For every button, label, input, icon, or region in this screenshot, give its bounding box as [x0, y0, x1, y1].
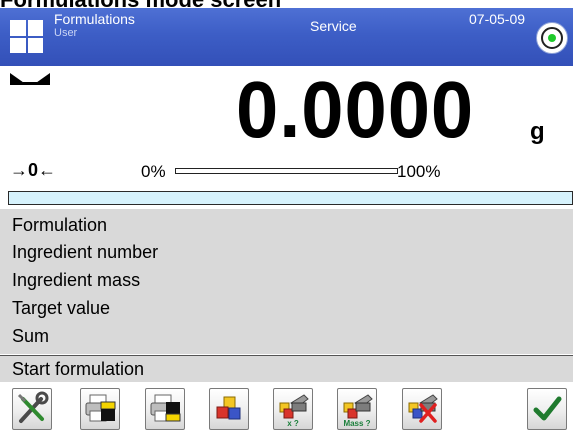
info-row-ingredient-mass: Ingredient mass	[12, 270, 141, 290]
info-panel: Formulation Ingredient number Ingredient…	[0, 209, 573, 354]
load-bargraph	[175, 168, 398, 174]
printer-header-icon	[85, 394, 116, 422]
bargraph-end-label: 100%	[397, 162, 441, 181]
formulations-screen: Formulations mode screen Formulations Us…	[0, 0, 573, 433]
ingredient-count-caption: x ?	[287, 419, 299, 428]
ingredients-button[interactable]	[209, 388, 249, 430]
tools-button[interactable]	[12, 388, 52, 430]
status-dot-icon	[548, 34, 556, 42]
stability-icon	[10, 73, 50, 85]
header-printout-button[interactable]	[80, 388, 120, 430]
ingredient-count-button[interactable]: x ?	[273, 388, 313, 430]
weighing-display: 0.0000 g →0← 0% 100%	[0, 65, 573, 186]
start-formulation-label: Start formulation	[12, 359, 145, 379]
confirm-button[interactable]	[527, 388, 567, 430]
ingredient-mass-button[interactable]: Mass ?	[337, 388, 377, 430]
top-bar: Formulations User Service 07-05-09	[0, 8, 573, 66]
status-ring-icon	[541, 27, 563, 49]
info-row-ingredient-number: Ingredient number	[12, 242, 159, 262]
checkmark-icon	[533, 396, 562, 421]
info-row-target-value: Target value	[12, 298, 111, 318]
ingredient-mass-caption: Mass ?	[343, 419, 371, 428]
menu-grid-icon[interactable]	[10, 20, 43, 53]
service-label: Service	[310, 18, 357, 34]
info-row-formulation: Formulation	[12, 215, 108, 235]
weight-unit: g	[530, 118, 545, 145]
formulation-progress-strip	[8, 191, 573, 205]
status-indicator-button[interactable]	[536, 22, 568, 54]
bargraph-start-label: 0%	[141, 162, 166, 181]
info-row-sum: Sum	[12, 326, 50, 346]
weight-readout: 0.0000	[236, 65, 475, 154]
toolbar: x ? Mass ?	[0, 382, 573, 433]
ingredients-icon	[216, 396, 241, 420]
date-label: 07-05-09	[469, 11, 526, 27]
delete-ingredients-button[interactable]	[402, 388, 442, 430]
user-label: User	[54, 27, 78, 39]
footer-printout-button[interactable]	[145, 388, 185, 430]
zero-indicator: →0←	[10, 160, 57, 180]
ingredients-delete-icon	[408, 394, 438, 423]
mode-title: Formulations	[54, 11, 135, 27]
printer-footer-icon	[150, 394, 181, 422]
tools-icon	[17, 391, 49, 423]
function-bar[interactable]: Start formulation	[0, 355, 573, 382]
